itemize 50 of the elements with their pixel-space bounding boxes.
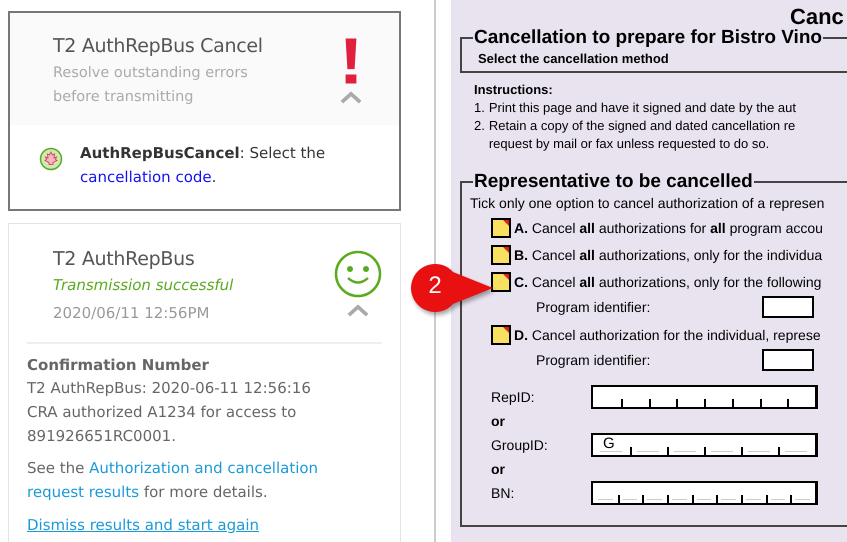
section-legend: Representative to be cancelled [473,171,754,193]
field-label: RepID: [491,389,536,405]
or-label: or [491,460,506,479]
instruction-text: Print this page and have it signed and date by the aut [488,99,796,117]
status-message: Transmission successful [53,275,234,296]
error-message: AuthRepBusCancel: Select the cancellation code. [80,143,326,188]
details-text: for more details. [144,483,268,501]
option-text: D. Cancel authorization for the individual, represe [514,326,821,344]
status-message: Resolve outstanding errors [53,64,249,83]
checkbox[interactable] [491,218,511,238]
option-text: A. Cancel all authorizations for all program accou [514,219,823,237]
checkbox[interactable] [491,272,511,292]
results-link[interactable]: Authorization and cancellation [89,459,318,477]
field-label: Program identifier: [536,352,652,368]
confirmation-text: T2 AuthRepBus: 2020-06-11 12:56:16 [27,378,312,399]
details-text: See the [27,459,84,477]
or-label: or [491,412,506,431]
instruction-text: request by mail or fax unless requested to do so. [488,135,770,153]
method-label: Select the cancellation method [477,50,670,66]
id-field[interactable] [591,481,818,505]
section-legend: Cancellation to prepare for Bistro Vino [473,27,824,49]
maple-leaf-icon [39,147,63,171]
id-field[interactable] [591,385,818,409]
instructions-title: Instructions: [474,81,554,99]
results-link[interactable]: request results [27,483,140,501]
card-title: T2 AuthRepBus Cancel [53,35,263,57]
smiley-icon [334,250,382,298]
program-identifier-field[interactable] [762,296,814,318]
dismiss-link[interactable]: Dismiss results and start again [27,516,260,534]
instruction-text: Retain a copy of the signed and dated cancellation re [488,117,796,135]
form-heading: Canc [789,3,845,29]
confirmation-text: CRA authorized A1234 for access to [27,402,298,423]
field-label: BN: [491,485,516,501]
item-number: 1. [474,99,485,117]
id-field[interactable]: G [591,433,818,457]
option-text: B. Cancel all authorizations, only for the individua [514,246,822,264]
card-title: T2 AuthRepBus [53,248,196,270]
field-label: Program identifier: [536,299,652,315]
status-message: before transmitting [53,88,194,107]
checkbox[interactable] [491,245,511,265]
checkbox[interactable] [491,325,511,345]
program-identifier-field[interactable] [762,349,814,371]
intro-text: Tick only one option to cancel authorization of a represen [470,195,826,211]
confirmation-heading: Confirmation Number [27,355,210,376]
item-number: 2. [474,117,485,135]
field-label: GroupID: [491,437,549,453]
option-text: C. Cancel all authorizations, only for the following [514,273,822,291]
confirmation-text: 891926651RC0001. [27,426,177,447]
cancellation-code-link[interactable]: cancellation code [80,168,212,186]
timestamp: 2020/06/11 12:56PM [53,304,210,322]
